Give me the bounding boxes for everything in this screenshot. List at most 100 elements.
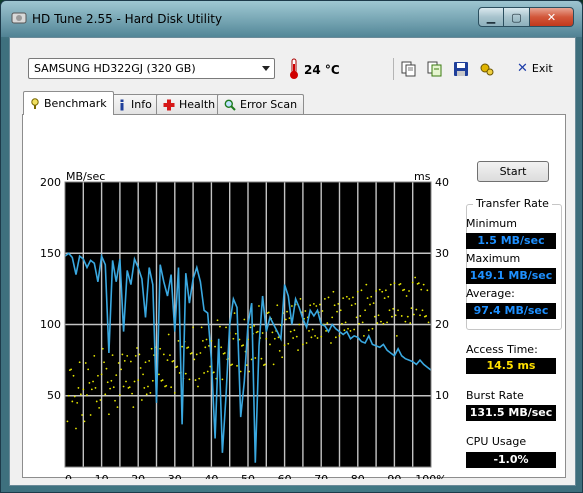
- access-time-point: [399, 282, 402, 285]
- access-time-point: [214, 345, 216, 348]
- access-time-point: [256, 330, 259, 333]
- access-time-point: [253, 325, 256, 327]
- access-time-point: [373, 315, 376, 318]
- copy-text-button[interactable]: [425, 60, 445, 78]
- access-time-point: [117, 362, 120, 364]
- access-time-point: [133, 380, 136, 383]
- access-time-point: [132, 406, 135, 409]
- access-time-point: [321, 310, 324, 312]
- access-time-point: [177, 339, 180, 342]
- access-time-point: [272, 363, 275, 366]
- access-time-point: [120, 368, 123, 371]
- access-time-point: [341, 322, 343, 325]
- access-time-point: [339, 309, 342, 312]
- x-tick-label: 100%: [415, 473, 446, 479]
- access-time-point: [234, 332, 237, 335]
- access-time-point: [356, 290, 359, 293]
- access-time-point: [149, 392, 152, 394]
- access-time-point: [75, 427, 77, 430]
- tab-error-scan[interactable]: Error Scan: [217, 94, 305, 114]
- minimum-label: Minimum: [466, 217, 517, 230]
- start-button[interactable]: Start: [477, 161, 549, 182]
- tab-benchmark[interactable]: Benchmark: [23, 91, 114, 115]
- access-time-point: [70, 368, 73, 371]
- access-time-point: [81, 414, 83, 416]
- minimize-button[interactable]: ▁: [478, 7, 504, 27]
- transfer-rate-title: Transfer Rate: [473, 197, 552, 210]
- access-time-point: [198, 377, 201, 380]
- tab-health[interactable]: Health: [156, 94, 223, 114]
- access-time-point: [98, 406, 101, 409]
- access-time-point: [384, 289, 387, 292]
- close-button[interactable]: ✕: [530, 7, 574, 27]
- access-time-point: [405, 295, 408, 297]
- access-time-point: [212, 371, 215, 374]
- x-tick-label: 0: [65, 473, 72, 479]
- access-time-point: [408, 290, 410, 292]
- drive-select[interactable]: SAMSUNG HD322GJ (320 GB): [28, 58, 275, 79]
- access-time-point: [88, 382, 91, 384]
- x-tick-label: 10: [95, 473, 109, 479]
- access-time-point: [192, 326, 195, 329]
- access-time-point: [84, 362, 87, 364]
- access-time-point: [308, 330, 310, 332]
- access-time-point: [393, 282, 396, 285]
- access-time-point: [123, 359, 126, 362]
- access-time-point: [338, 335, 341, 337]
- access-time-point: [400, 315, 403, 317]
- access-time-point: [331, 316, 334, 319]
- thermometer-icon: [290, 58, 298, 79]
- access-time-point: [392, 307, 395, 310]
- app-icon: [11, 12, 27, 24]
- access-time-point: [333, 304, 336, 307]
- access-time-point: [194, 379, 197, 381]
- access-time-point: [388, 309, 391, 312]
- access-time-point: [419, 314, 421, 317]
- access-time-point: [100, 373, 103, 376]
- access-time-point: [181, 345, 184, 348]
- client-area: SAMSUNG HD322GJ (320 GB) 24 °C ✕ Exit Be…: [9, 37, 576, 486]
- access-time-point: [267, 311, 270, 314]
- access-time-point: [295, 335, 298, 338]
- access-time-point: [131, 392, 133, 395]
- access-time-point: [134, 354, 137, 357]
- access-time-point: [286, 310, 288, 313]
- access-time-point: [219, 325, 221, 328]
- access-time-point: [394, 314, 397, 317]
- access-time-point: [161, 379, 164, 381]
- x-tick-label: 20: [131, 473, 145, 479]
- average-label: Average:: [466, 287, 515, 300]
- save-button[interactable]: [451, 60, 471, 78]
- access-time-point: [121, 353, 124, 356]
- access-time-point: [403, 288, 406, 291]
- access-time-point: [143, 387, 146, 389]
- access-time-point: [225, 326, 227, 329]
- tab-info[interactable]: Info: [110, 94, 159, 114]
- access-time-point: [200, 326, 203, 329]
- maximize-button[interactable]: ▢: [504, 7, 530, 27]
- copy-text-icon: [427, 61, 442, 77]
- access-time-point: [316, 337, 319, 339]
- options-button[interactable]: [477, 60, 497, 78]
- access-time-point: [210, 339, 213, 342]
- access-time-point: [281, 356, 284, 359]
- access-time-point: [137, 379, 140, 381]
- exit-button[interactable]: ✕ Exit: [517, 62, 553, 76]
- access-time-point: [386, 321, 388, 324]
- title-bar[interactable]: HD Tune 2.55 - Hard Disk Utility ▁ ▢ ✕: [1, 1, 582, 37]
- info-icon: [120, 99, 124, 110]
- access-time-point: [205, 338, 208, 341]
- save-icon: [454, 62, 468, 76]
- access-time-point: [220, 346, 223, 349]
- copy-button[interactable]: [399, 60, 419, 78]
- access-time-point: [378, 288, 381, 291]
- access-time-point: [265, 337, 268, 340]
- access-time-point: [276, 304, 279, 307]
- access-time-point: [170, 386, 173, 389]
- access-time-point: [293, 329, 296, 332]
- access-time-point: [128, 386, 131, 389]
- access-time-point: [370, 295, 373, 298]
- access-time-point: [112, 386, 115, 389]
- access-time-point: [77, 387, 80, 389]
- access-time-point: [278, 349, 281, 352]
